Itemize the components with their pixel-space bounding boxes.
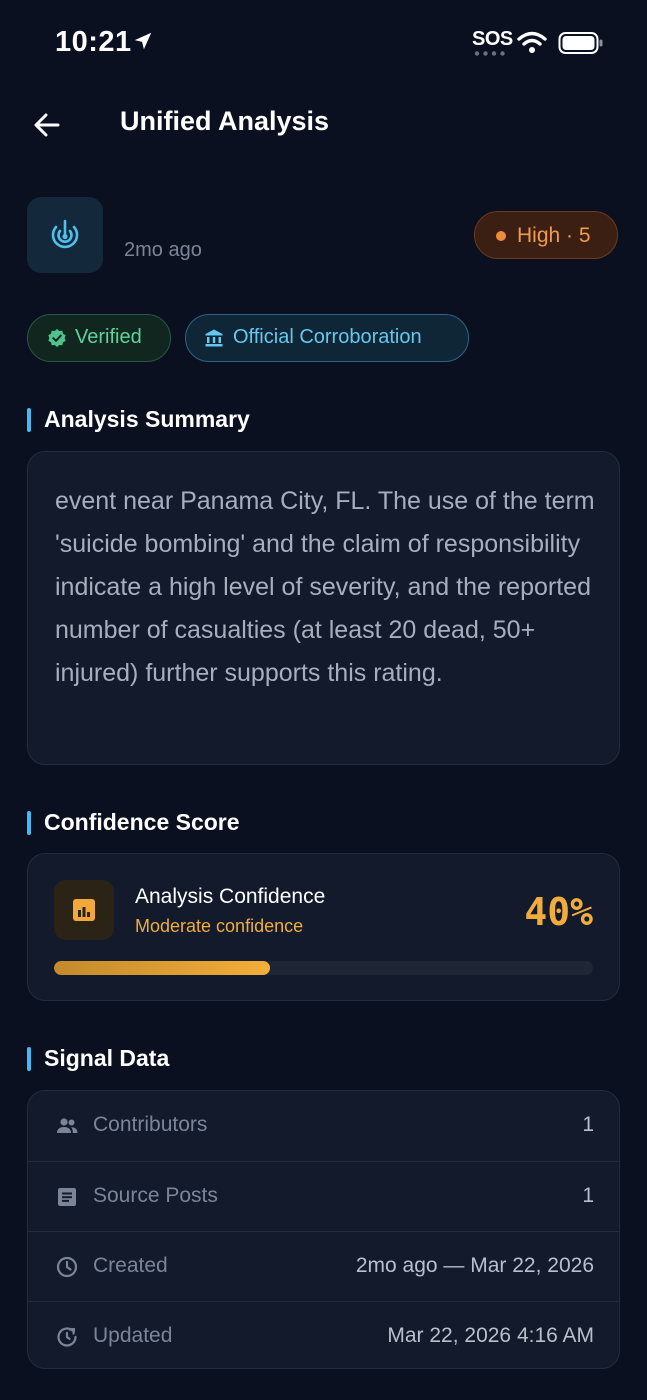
institution-icon [205, 329, 223, 347]
signal-row-contributors: Contributors 1 [28, 1091, 619, 1161]
signal-row-created: Created 2mo ago — Mar 22, 2026 [28, 1231, 619, 1302]
confidence-card: Analysis Confidence Moderate confidence … [27, 853, 620, 1001]
clock-icon [56, 1256, 78, 1278]
official-corroboration-label: Official Corroboration [233, 326, 422, 348]
signal-row-value: 2mo ago — Mar 22, 2026 [355, 1254, 594, 1277]
wifi-icon [517, 31, 547, 53]
analysis-summary-card: event near Panama City, FL. The use of t… [27, 451, 620, 765]
verified-badge: Verified [27, 314, 171, 362]
analysis-summary-text: event near Panama City, FL. The use of t… [55, 487, 595, 687]
article-icon [58, 1188, 76, 1206]
refresh-clock-icon [57, 1327, 77, 1347]
status-bar: 10:21 SOS [0, 0, 647, 86]
signal-dots-icon [474, 51, 505, 56]
signal-row-updated: Updated Mar 22, 2026 4:16 AM [28, 1301, 619, 1368]
location-arrow-icon [134, 32, 152, 50]
confidence-value: 40% [524, 890, 593, 934]
page-title: Unified Analysis [120, 106, 330, 136]
signal-row-source-posts: Source Posts 1 [28, 1161, 619, 1232]
severity-label: High · 5 [517, 224, 591, 247]
signal-row-value: 1 [582, 1113, 594, 1136]
confidence-title: Analysis Confidence [135, 885, 326, 908]
confidence-icon-tile [54, 880, 114, 940]
signal-target-icon [51, 219, 79, 249]
signal-row-label: Created [93, 1254, 168, 1277]
severity-dot-icon [496, 231, 506, 241]
signal-row-label: Contributors [93, 1113, 208, 1136]
signal-data-heading: Signal Data [27, 1045, 169, 1072]
official-corroboration-badge: Official Corroboration [185, 314, 469, 362]
back-arrow-icon[interactable] [30, 108, 64, 142]
signal-row-value: 1 [582, 1184, 594, 1207]
bar-chart-icon [73, 899, 95, 921]
confidence-progress-fill [54, 961, 270, 975]
event-icon-tile [27, 197, 103, 273]
signal-data-card: Contributors 1 Source Posts 1 Created 2m… [27, 1090, 620, 1369]
people-icon [57, 1118, 78, 1133]
verified-label: Verified [75, 326, 142, 348]
confidence-progress-bar [54, 961, 593, 975]
confidence-subtitle: Moderate confidence [135, 916, 304, 936]
sos-indicator: SOS [472, 28, 513, 50]
signal-row-label: Updated [93, 1324, 173, 1347]
check-badge-icon [48, 329, 66, 347]
event-time-ago: 2mo ago [124, 239, 202, 261]
battery-icon [558, 32, 603, 54]
analysis-summary-heading: Analysis Summary [27, 406, 250, 433]
severity-badge: High · 5 [474, 211, 618, 259]
signal-row-value: Mar 22, 2026 4:16 AM [387, 1324, 594, 1347]
signal-row-label: Source Posts [93, 1184, 218, 1207]
status-time: 10:21 [55, 26, 132, 58]
confidence-score-heading: Confidence Score [27, 809, 240, 836]
